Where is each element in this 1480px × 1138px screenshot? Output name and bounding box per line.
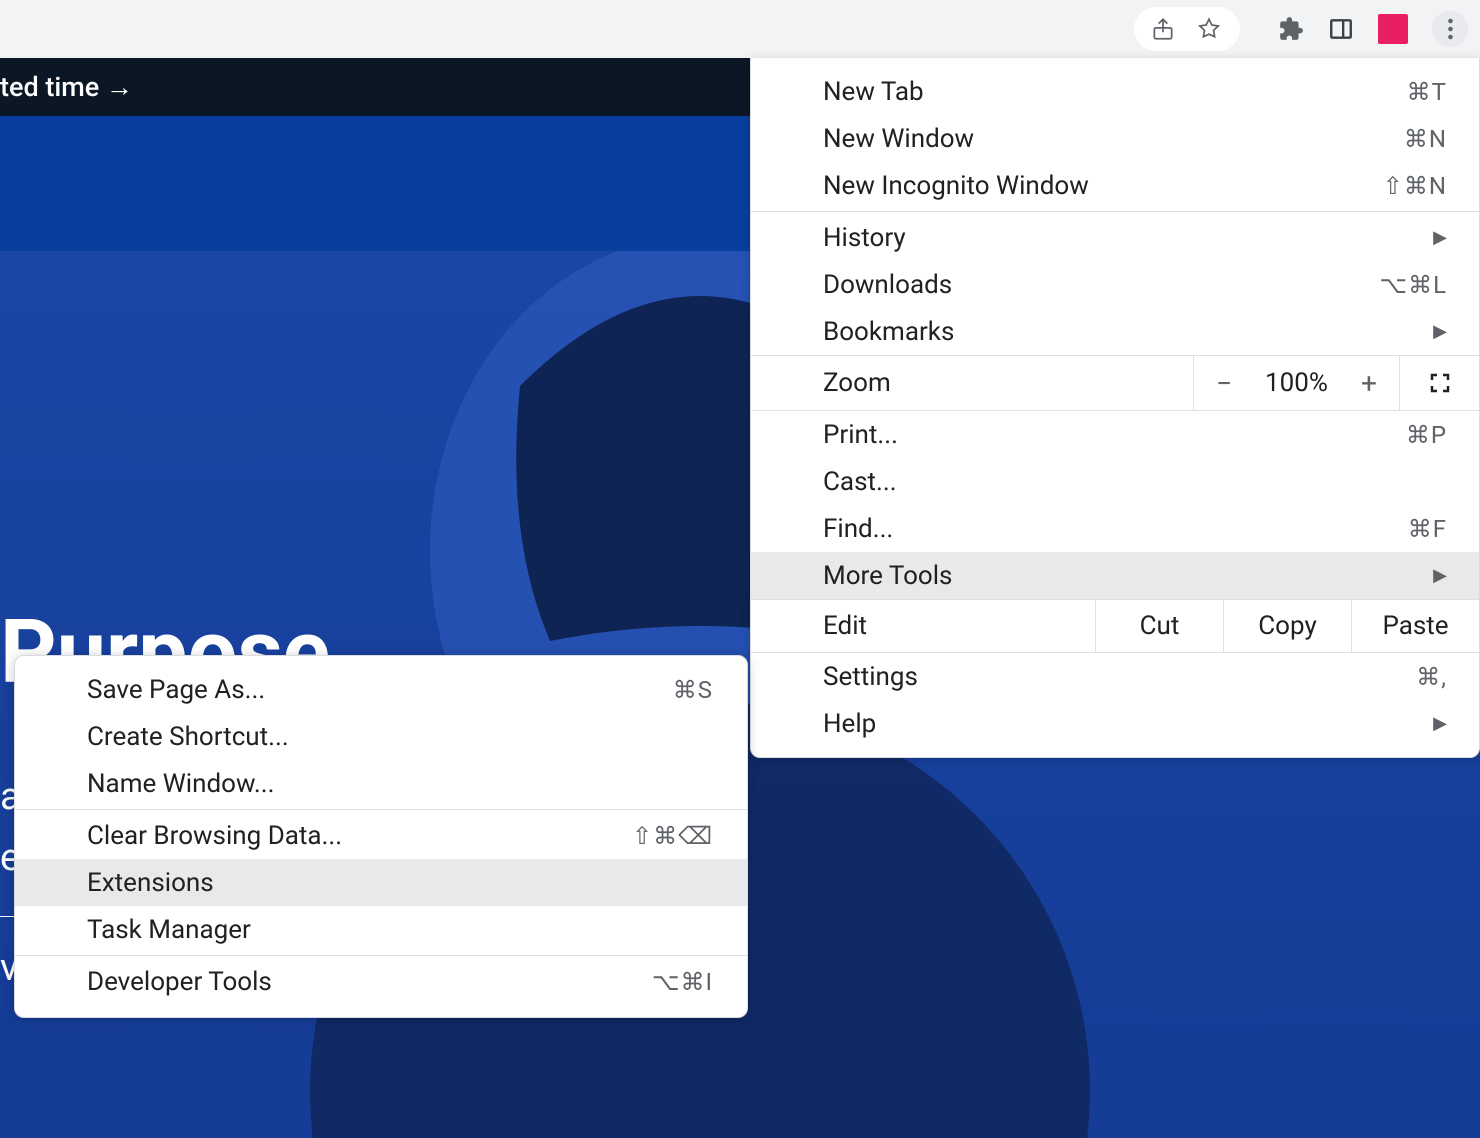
menu-label: New Incognito Window <box>823 171 1089 201</box>
submenu-name-window[interactable]: Name Window... <box>15 760 747 807</box>
menu-label: Find... <box>823 514 893 544</box>
banner-text: ted time → <box>0 71 133 103</box>
shortcut-text: ⇧⌘N <box>1383 172 1447 200</box>
profile-avatar[interactable] <box>1378 14 1408 44</box>
menu-label: More Tools <box>823 561 952 591</box>
omnibox-actions <box>1134 7 1240 51</box>
menu-label: Save Page As... <box>87 675 265 705</box>
menu-label: Print... <box>823 420 898 450</box>
menu-label: Task Manager <box>87 915 251 945</box>
chrome-menu-button[interactable] <box>1432 11 1468 47</box>
menu-help[interactable]: Help ▶ <box>751 700 1479 747</box>
fullscreen-button[interactable] <box>1399 356 1479 410</box>
zoom-in-button[interactable]: + <box>1339 367 1399 400</box>
shortcut-text: ⌘P <box>1406 421 1447 449</box>
edit-paste-button[interactable]: Paste <box>1351 600 1479 652</box>
chevron-right-icon: ▶ <box>1433 565 1447 586</box>
menu-new-window[interactable]: New Window ⌘N <box>751 115 1479 162</box>
shortcut-text: ⌘T <box>1407 78 1447 106</box>
submenu-extensions[interactable]: Extensions <box>15 859 747 906</box>
menu-separator <box>15 955 747 956</box>
menu-bookmarks[interactable]: Bookmarks ▶ <box>751 308 1479 355</box>
menu-new-incognito[interactable]: New Incognito Window ⇧⌘N <box>751 162 1479 209</box>
chrome-main-menu: New Tab ⌘T New Window ⌘N New Incognito W… <box>750 58 1480 758</box>
menu-label: Help <box>823 709 876 739</box>
edit-label: Edit <box>751 600 1095 652</box>
submenu-save-page[interactable]: Save Page As... ⌘S <box>15 666 747 713</box>
menu-zoom-row: Zoom − 100% + <box>751 355 1479 411</box>
menu-find[interactable]: Find... ⌘F <box>751 505 1479 552</box>
shortcut-text: ⌘, <box>1416 663 1447 691</box>
menu-more-tools[interactable]: More Tools ▶ <box>751 552 1479 599</box>
menu-label: New Window <box>823 124 974 154</box>
sidepanel-icon[interactable] <box>1328 16 1354 42</box>
shortcut-text: ⇧⌘⌫ <box>632 822 713 850</box>
chevron-right-icon: ▶ <box>1433 713 1447 734</box>
share-icon[interactable] <box>1150 16 1176 42</box>
submenu-task-manager[interactable]: Task Manager <box>15 906 747 953</box>
submenu-create-shortcut[interactable]: Create Shortcut... <box>15 713 747 760</box>
shortcut-text: ⌘S <box>673 676 713 704</box>
bookmark-star-icon[interactable] <box>1196 16 1222 42</box>
edit-copy-button[interactable]: Copy <box>1223 600 1351 652</box>
zoom-label: Zoom <box>751 356 1193 410</box>
menu-separator <box>751 211 1479 212</box>
menu-label: Name Window... <box>87 769 275 799</box>
menu-label: History <box>823 223 906 253</box>
chevron-right-icon: ▶ <box>1433 227 1447 248</box>
extensions-puzzle-icon[interactable] <box>1278 16 1304 42</box>
shortcut-text: ⌥⌘L <box>1379 271 1447 299</box>
submenu-developer-tools[interactable]: Developer Tools ⌥⌘I <box>15 958 747 1005</box>
shortcut-text: ⌘F <box>1408 515 1447 543</box>
menu-label: Extensions <box>87 868 214 898</box>
zoom-value: 100% <box>1254 368 1339 398</box>
menu-new-tab[interactable]: New Tab ⌘T <box>751 68 1479 115</box>
browser-toolbar <box>0 0 1480 58</box>
menu-settings[interactable]: Settings ⌘, <box>751 653 1479 700</box>
shortcut-text: ⌘N <box>1404 125 1447 153</box>
submenu-clear-browsing[interactable]: Clear Browsing Data... ⇧⌘⌫ <box>15 812 747 859</box>
menu-label: Create Shortcut... <box>87 722 289 752</box>
menu-label: Settings <box>823 662 918 692</box>
more-tools-submenu: Save Page As... ⌘S Create Shortcut... Na… <box>14 655 748 1018</box>
menu-label: Bookmarks <box>823 317 954 347</box>
chevron-right-icon: ▶ <box>1433 321 1447 342</box>
menu-label: Clear Browsing Data... <box>87 821 342 851</box>
menu-label: New Tab <box>823 77 924 107</box>
menu-label: Downloads <box>823 270 952 300</box>
menu-downloads[interactable]: Downloads ⌥⌘L <box>751 261 1479 308</box>
menu-label: Developer Tools <box>87 967 272 997</box>
menu-edit-row: Edit Cut Copy Paste <box>751 599 1479 653</box>
edit-cut-button[interactable]: Cut <box>1095 600 1223 652</box>
zoom-out-button[interactable]: − <box>1194 367 1254 400</box>
menu-history[interactable]: History ▶ <box>751 214 1479 261</box>
shortcut-text: ⌥⌘I <box>652 968 713 996</box>
menu-print[interactable]: Print... ⌘P <box>751 411 1479 458</box>
menu-separator <box>15 809 747 810</box>
menu-label: Cast... <box>823 467 897 497</box>
menu-cast[interactable]: Cast... <box>751 458 1479 505</box>
